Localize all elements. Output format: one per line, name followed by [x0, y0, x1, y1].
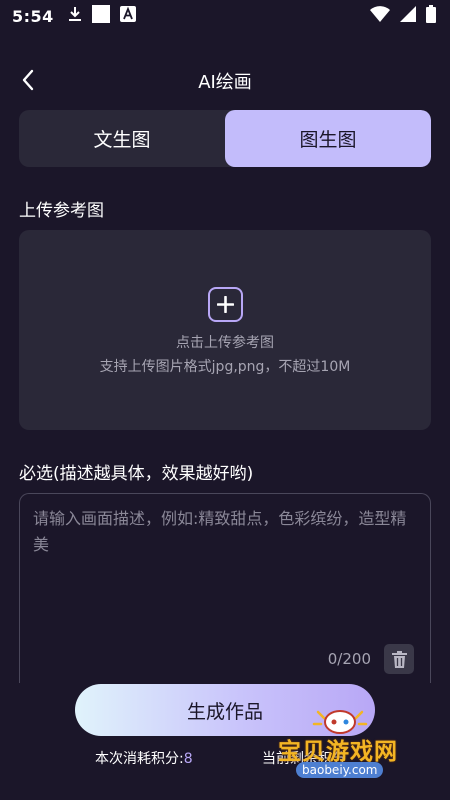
header: AI绘画 [0, 56, 450, 104]
download-icon [68, 6, 82, 26]
cost-label: 本次消耗积分: [95, 751, 184, 767]
screen: 5:54 AI绘画 文生图 图生图 上传参考图 点击上传参考图 支持上传图片格式… [0, 0, 450, 800]
char-count: 0/200 [327, 650, 371, 668]
plus-icon [207, 287, 243, 322]
signal-icon [400, 6, 416, 26]
cost-value: 8 [183, 751, 193, 767]
page-title: AI绘画 [198, 72, 252, 93]
tab-text-to-image[interactable]: 文生图 [19, 110, 225, 167]
tab-image-to-image[interactable]: 图生图 [225, 110, 431, 167]
square-icon [91, 5, 110, 27]
status-time: 5:54 [12, 6, 54, 26]
wifi-icon [370, 6, 390, 26]
upload-section-label: 上传参考图 [19, 201, 104, 221]
prompt-box: 0/200 [19, 493, 431, 683]
a-badge-icon [119, 6, 136, 26]
upload-text: 点击上传参考图 [176, 335, 274, 351]
prompt-section-label: 必选(描述越具体，效果越好哟) [19, 464, 254, 484]
mode-tabs: 文生图 图生图 [19, 110, 431, 167]
watermark-url: baobeiy.com [296, 762, 384, 778]
upload-area[interactable]: 点击上传参考图 支持上传图片格式jpg,png，不超过10M [19, 230, 431, 430]
clear-prompt-button[interactable] [384, 644, 414, 674]
trash-icon [391, 650, 407, 668]
upload-hint: 支持上传图片格式jpg,png，不超过10M [99, 359, 351, 375]
status-bar: 5:54 [0, 0, 450, 32]
cost-info: 本次消耗积分:8 [95, 748, 193, 768]
watermark: 宝贝游戏网 baobeiy.com [272, 708, 422, 792]
watermark-title: 宝贝游戏网 [278, 739, 398, 765]
battery-icon [426, 5, 436, 27]
prompt-input[interactable] [33, 506, 417, 636]
